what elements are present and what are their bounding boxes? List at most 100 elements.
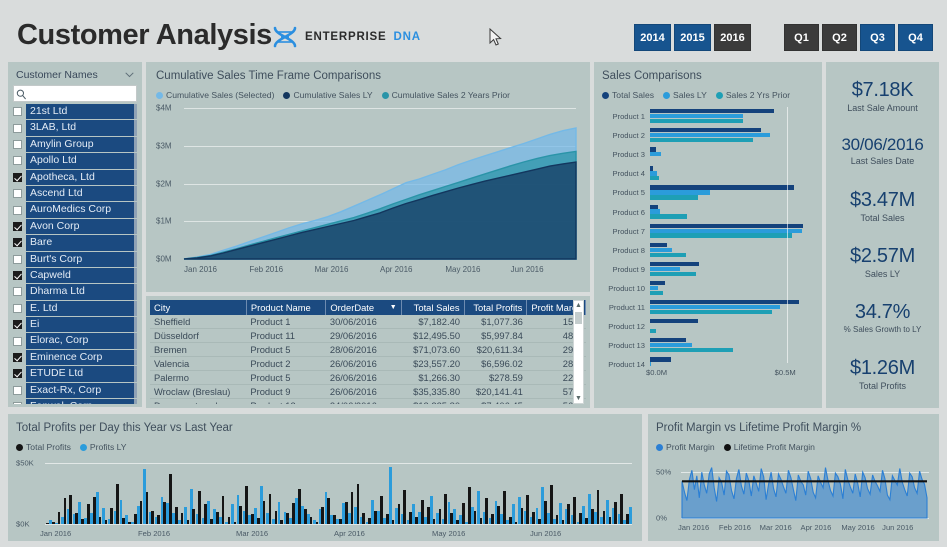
table-header-cell[interactable]: OrderDate ▼: [325, 300, 402, 315]
customer-list-item[interactable]: Eminence Corp: [13, 349, 137, 366]
total-profits-legend[interactable]: Total Profits Profits LY: [16, 442, 634, 452]
customer-list-item[interactable]: Apollo Ltd: [13, 153, 137, 169]
bar-segment[interactable]: [650, 176, 659, 181]
customer-list[interactable]: 21st Ltd 3LAB, Ltd Amylin Group Apollo Ltd A…: [13, 104, 137, 404]
table-header-cell[interactable]: Total Sales: [401, 300, 465, 315]
checkbox-icon[interactable]: [13, 402, 22, 404]
bar-segment[interactable]: [650, 109, 775, 114]
customer-list-item[interactable]: Burt's Corp: [13, 251, 137, 267]
checkbox-icon[interactable]: [13, 139, 22, 149]
table-row[interactable]: Wroclaw (Breslau) Product 9 26/06/2016 $35,…: [150, 384, 586, 399]
bar-segment[interactable]: [650, 343, 693, 348]
quarter-button-q1[interactable]: Q1: [784, 24, 819, 51]
checkbox-checked-icon[interactable]: [13, 320, 22, 330]
table-row[interactable]: Valencia Product 2 26/06/2016 $23,557.20 $6,…: [150, 356, 586, 371]
bar-segment[interactable]: [650, 223, 804, 228]
profits-legend-item[interactable]: Profits LY: [79, 442, 127, 452]
bar-pair[interactable]: [626, 463, 632, 524]
slicer-header[interactable]: Customer Names: [13, 67, 137, 85]
bar-segment[interactable]: [650, 204, 659, 209]
bar-group[interactable]: Product 11: [602, 298, 814, 317]
bar-group[interactable]: Product 13: [602, 336, 814, 355]
table-header-cell[interactable]: City: [150, 300, 247, 315]
bar-segment[interactable]: [650, 166, 654, 171]
checkbox-checked-icon[interactable]: [13, 353, 22, 363]
checkbox-icon[interactable]: [13, 254, 22, 264]
table-vertical-scrollbar[interactable]: ▲ ▼: [573, 300, 584, 404]
scroll-up-arrow-icon[interactable]: ▲: [574, 301, 583, 310]
bar-group[interactable]: Product 8: [602, 241, 814, 260]
bar-segment[interactable]: [650, 338, 686, 343]
bar-segment[interactable]: [650, 185, 794, 190]
cumulative-legend-item[interactable]: Cumulative Sales 2 Years Prior: [381, 90, 510, 100]
bar-segment[interactable]: [650, 137, 753, 143]
bar-segment[interactable]: [650, 280, 666, 286]
profit-margin-legend[interactable]: Profit Margin Lifetime Profit Margin: [656, 442, 931, 452]
customer-list-item[interactable]: Ei: [13, 317, 137, 333]
bar-segment[interactable]: [650, 319, 698, 324]
customer-list-item[interactable]: Capweld: [13, 267, 137, 284]
bar-segment[interactable]: [650, 271, 697, 276]
checkbox-checked-icon[interactable]: [13, 221, 22, 231]
customer-names-slicer[interactable]: Customer Names 21st Ltd 3LAB, Ltd Amylin G…: [8, 62, 142, 407]
checkbox-icon[interactable]: [13, 156, 22, 166]
customer-list-item[interactable]: Ascend Ltd: [13, 185, 137, 202]
quarter-button-q2[interactable]: Q2: [822, 24, 857, 51]
bar-segment[interactable]: [650, 171, 657, 176]
customer-list-item[interactable]: 21st Ltd: [13, 104, 137, 120]
bar-segment[interactable]: [650, 304, 780, 310]
table-row[interactable]: Palermo Product 5 26/06/2016 $1,266.30 $278.…: [150, 370, 586, 385]
table-header-cell[interactable]: Total Profits: [464, 300, 528, 315]
bar-segment[interactable]: [650, 261, 700, 267]
scroll-down-arrow-icon[interactable]: ▼: [574, 394, 583, 403]
checkbox-icon[interactable]: [13, 123, 22, 133]
year-button-2015[interactable]: 2015: [674, 24, 711, 51]
bar-segment[interactable]: [650, 133, 771, 138]
comparisons-legend-item[interactable]: Sales 2 Yrs Prior: [715, 90, 790, 100]
customer-list-item[interactable]: Fenwal, Corp: [13, 399, 137, 404]
year-slicer[interactable]: 2014 2015 2016: [634, 24, 751, 51]
bar-segment[interactable]: [650, 233, 793, 238]
year-button-2016[interactable]: 2016: [714, 24, 751, 51]
profits-legend-item[interactable]: Total Profits: [16, 442, 71, 452]
customer-list-item[interactable]: Elorac, Corp: [13, 333, 137, 349]
checkbox-icon[interactable]: [13, 303, 22, 313]
quarter-button-q4[interactable]: Q4: [898, 24, 933, 51]
comparisons-legend-item[interactable]: Sales LY: [663, 90, 707, 100]
bar-group[interactable]: Product 9: [602, 260, 814, 279]
bar-group[interactable]: Product 4: [602, 164, 814, 183]
bar-group[interactable]: Product 7: [602, 222, 814, 241]
table-header-cell[interactable]: Product Name: [246, 300, 327, 315]
bar-segment[interactable]: [650, 152, 661, 157]
checkbox-icon[interactable]: [13, 287, 22, 297]
quarter-button-q3[interactable]: Q3: [860, 24, 895, 51]
table-row[interactable]: DnepropetrovskProduct 1324/06/2016$13,22…: [150, 398, 586, 404]
margin-legend-item[interactable]: Profit Margin: [656, 442, 715, 452]
customer-list-item[interactable]: Amylin Group: [13, 136, 137, 153]
bar-segment[interactable]: [650, 252, 686, 257]
margin-legend-item[interactable]: Lifetime Profit Margin: [723, 442, 815, 452]
bar-segment[interactable]: [650, 347, 734, 353]
bar-segment[interactable]: [650, 266, 681, 271]
bar-segment[interactable]: [650, 285, 659, 291]
bar-group[interactable]: Product 2: [602, 126, 814, 145]
year-button-2014[interactable]: 2014: [634, 24, 671, 51]
search-input[interactable]: [30, 88, 136, 99]
customer-list-item[interactable]: E. Ltd: [13, 300, 137, 317]
sales-comparisons-legend[interactable]: Total Sales Sales LY Sales 2 Yrs Prior: [602, 90, 814, 100]
sales-detail-table[interactable]: City Product Name OrderDate ▼ Total Sales Tot…: [150, 300, 586, 404]
customer-list-item[interactable]: 3LAB, Ltd: [13, 120, 137, 136]
checkbox-icon[interactable]: [13, 205, 22, 215]
bar-segment[interactable]: [650, 362, 652, 367]
cumulative-legend-item[interactable]: Cumulative Sales (Selected): [156, 90, 274, 100]
comparisons-legend-item[interactable]: Total Sales: [602, 90, 654, 100]
sort-descending-icon[interactable]: ▼: [390, 304, 397, 311]
bar-segment[interactable]: [650, 118, 743, 124]
scrollbar-thumb[interactable]: [575, 312, 582, 324]
quarter-slicer[interactable]: Q1 Q2 Q3 Q4: [784, 24, 933, 51]
checkbox-checked-icon[interactable]: [13, 238, 22, 248]
chevron-down-icon[interactable]: [125, 72, 134, 78]
table-scroll-area[interactable]: City Product Name OrderDate ▼ Total Sales Tot…: [150, 300, 586, 404]
bar-segment[interactable]: [650, 309, 772, 315]
bar-segment[interactable]: [650, 357, 672, 362]
